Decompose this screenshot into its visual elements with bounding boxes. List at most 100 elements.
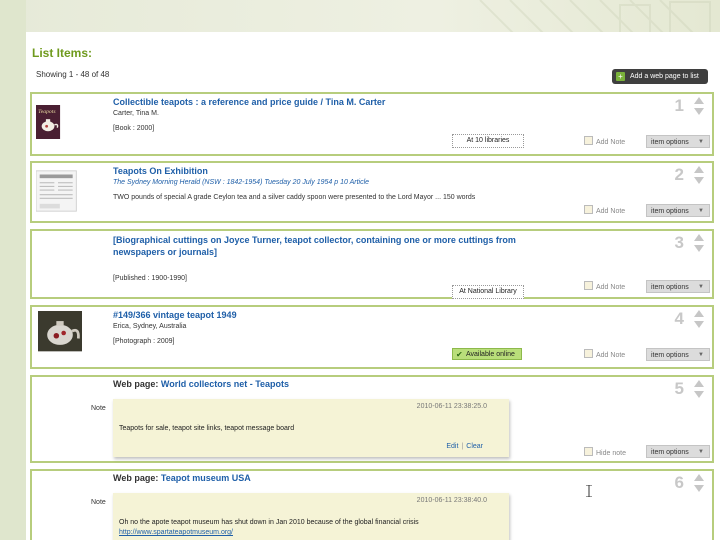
item-options-label: item options [651,139,689,146]
item-title-row: Web page: World collectors net - Teapots [113,379,289,389]
add-web-page-button[interactable]: + Add a web page to list [612,69,708,84]
web-page-title-link[interactable]: Teapot museum USA [161,473,251,483]
move-up-icon[interactable] [694,310,704,317]
separator: | [461,443,464,450]
add-note-label: Add Note [596,208,626,215]
note-url-link[interactable]: http://www.spartateapotmuseum.org/ [119,529,233,536]
list-item: [Biographical cuttings on Joyce Turner, … [30,229,714,299]
add-note-checkbox[interactable]: Add Note [584,136,625,146]
add-note-checkbox[interactable]: Add Note [584,349,625,359]
rank-number: 2 [674,165,684,184]
item-options-dropdown[interactable]: item options ▼ [646,445,710,458]
results-count: Showing 1 - 48 of 48 [36,70,110,79]
holdings-badge[interactable]: At 10 libraries [452,134,524,148]
hide-note-checkbox[interactable]: Hide note [584,447,626,457]
item-title-row: Web page: Teapot museum USA [113,473,251,483]
chevron-down-icon: ▼ [698,352,704,358]
note-label: Note [91,405,106,412]
note-timestamp: 2010-06-11 23:38:25.0 [416,403,487,410]
checkbox-icon [584,349,593,358]
chevron-down-icon: ▼ [698,208,704,214]
book-cover-thumbnail[interactable]: Teapots [36,98,70,146]
reorder-arrows[interactable] [692,380,706,400]
checkbox-icon [584,281,593,290]
item-title-link[interactable]: [Biographical cuttings on Joyce Turner, … [113,234,543,258]
reorder-arrows[interactable] [692,234,706,254]
reorder-arrows[interactable] [692,166,706,186]
note-timestamp: 2010-06-11 23:38:40.0 [416,497,487,504]
newspaper-thumbnail[interactable] [36,167,80,215]
item-options-label: item options [651,352,689,359]
item-title-link[interactable]: #149/366 vintage teapot 1949 [113,310,237,320]
reorder-arrows[interactable] [692,310,706,330]
list-items-heading: List Items: [32,46,93,60]
move-down-icon[interactable] [694,391,704,398]
move-down-icon[interactable] [694,108,704,115]
note-text: Oh no the apote teapot museum has shut d… [119,519,419,526]
move-down-icon[interactable] [694,177,704,184]
list-item: Teapots Collectible teapots : a referenc… [30,92,714,156]
item-options-label: item options [651,208,689,215]
item-author: Carter, Tina M. [113,110,159,117]
clear-note-link[interactable]: Clear [466,443,483,450]
item-creator: Erica, Sydney, Australia [113,323,187,330]
item-title-link[interactable]: Teapots On Exhibition [113,166,208,176]
list-item: #149/366 vintage teapot 1949 Erica, Sydn… [30,305,714,369]
move-up-icon[interactable] [694,234,704,241]
photo-thumbnail[interactable] [36,311,84,355]
chevron-down-icon: ▼ [698,449,704,455]
move-down-icon[interactable] [694,245,704,252]
item-format: [Book : 2000] [113,125,155,132]
move-down-icon[interactable] [694,485,704,492]
add-web-page-label: Add a web page to list [630,73,699,80]
add-note-checkbox[interactable]: Add Note [584,281,625,291]
item-options-dropdown[interactable]: item options ▼ [646,280,710,293]
plus-icon: + [616,72,625,81]
hide-note-label: Hide note [596,450,626,457]
svg-text:Teapots: Teapots [38,109,56,115]
add-note-checkbox[interactable]: Add Note [584,205,625,215]
note-actions: Edit | Clear [446,443,483,450]
checkbox-icon [584,136,593,145]
reorder-arrows[interactable] [692,97,706,117]
item-options-dropdown[interactable]: item options ▼ [646,204,710,217]
checkbox-icon [584,205,593,214]
rank-number: 6 [674,473,684,492]
rank-number: 5 [674,379,684,398]
item-options-dropdown[interactable]: item options ▼ [646,348,710,361]
item-format: [Photograph : 2009] [113,338,175,345]
chevron-down-icon: ▼ [698,284,704,290]
note-card: 2010-06-11 23:38:40.0 Oh no the apote te… [113,493,509,540]
move-down-icon[interactable] [694,321,704,328]
list-item: Web page: World collectors net - Teapots… [30,375,714,463]
reorder-arrows[interactable] [692,474,706,494]
add-note-label: Add Note [596,284,626,291]
list-item: Web page: Teapot museum USA Note 2010-06… [30,469,714,540]
note-text: Teapots for sale, teapot site links, tea… [119,425,295,432]
item-snippet: TWO pounds of special A grade Ceylon tea… [113,194,476,201]
move-up-icon[interactable] [694,380,704,387]
available-online-badge[interactable]: ✔ Available online [452,348,522,360]
text-cursor-icon [586,485,592,497]
item-options-label: item options [651,284,689,291]
list-item: Teapots On Exhibition The Sydney Morning… [30,161,714,223]
item-options-dropdown[interactable]: item options ▼ [646,135,710,148]
rank-number: 4 [674,309,684,328]
available-online-label: Available online [466,351,515,358]
item-source-link[interactable]: The Sydney Morning Herald (NSW : 1842-19… [113,179,369,186]
checkbox-icon [584,447,593,456]
chevron-down-icon: ▼ [698,139,704,145]
edit-note-link[interactable]: Edit [446,443,458,450]
move-up-icon[interactable] [694,166,704,173]
page-left-gutter [0,0,26,540]
move-up-icon[interactable] [694,474,704,481]
web-page-prefix: Web page: [113,379,159,389]
note-label: Note [91,499,106,506]
add-note-label: Add Note [596,139,626,146]
web-page-title-link[interactable]: World collectors net - Teapots [161,379,289,389]
rank-number: 1 [674,96,684,115]
item-title-link[interactable]: Collectible teapots : a reference and pr… [113,97,385,107]
move-up-icon[interactable] [694,97,704,104]
check-icon: ✔ [456,350,463,359]
holdings-badge[interactable]: At National Library [452,285,524,299]
